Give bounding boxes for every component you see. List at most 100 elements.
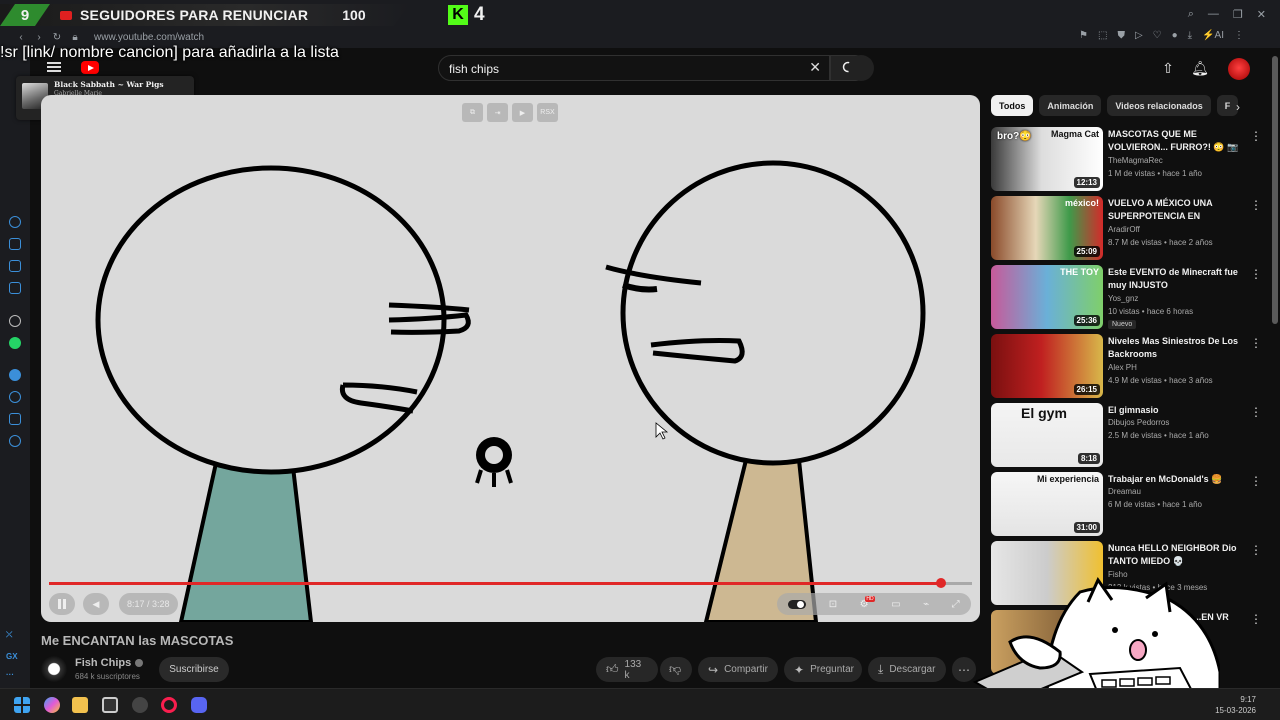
browser-search-icon[interactable]: ⌕ <box>1188 8 1194 21</box>
forward-arrow-icon[interactable]: › <box>32 32 46 43</box>
share-button[interactable]: ↪ Compartir <box>698 657 778 682</box>
video-player[interactable]: ⧉ ⇥ ▶ RSX ◀ 8:17 / 3:28 ⊡ ⚙ HD ▭ ⌁ ⤢ <box>41 95 980 622</box>
taskbar-clock[interactable]: 9:17 15-03-2026 <box>1215 694 1256 716</box>
reload-icon[interactable]: ↻ <box>50 32 64 43</box>
autoplay-toggle[interactable] <box>788 599 807 609</box>
rec-channel[interactable]: Dibujos Pedorros <box>1108 418 1169 427</box>
mic-button[interactable] <box>848 55 874 81</box>
bell-icon[interactable]: 🔔︎ <box>1191 60 1209 76</box>
ask-button[interactable]: ✦ Preguntar <box>784 657 862 682</box>
kebab-icon[interactable]: ⋮ <box>1250 198 1262 212</box>
menu-dots-icon[interactable]: ⋮ <box>1234 30 1244 41</box>
sidebar-x-icon[interactable]: ⤫ <box>6 630 12 640</box>
channel-avatar[interactable] <box>41 656 67 682</box>
url-text[interactable]: www.youtube.com/watch <box>94 32 204 43</box>
chevron-right-icon[interactable]: › <box>1236 100 1240 114</box>
rec-thumbnail[interactable]: Magma Cat bro?😳 12:13 <box>991 127 1103 191</box>
kebab-icon[interactable]: ⋮ <box>1250 336 1262 350</box>
play-ext-icon[interactable]: ▷ <box>1135 30 1143 41</box>
rec-title[interactable]: VUELVO A MÉXICO UNA SUPERPOTENCIA EN VIC… <box>1108 197 1246 224</box>
rec-item[interactable]: 26:15 Niveles Mas Siniestros De Los Backr… <box>991 334 1271 398</box>
chip-3[interactable]: F <box>1216 95 1239 116</box>
rec-title[interactable]: Nunca HELLO NEIGHBOR Dio TANTO MIEDO 💀 <box>1108 542 1246 568</box>
cast-icon[interactable]: ⌁ <box>923 599 929 610</box>
rec-thumbnail[interactable]: Mi experiencia 31:00 <box>991 472 1103 536</box>
screenshot-icon[interactable]: ⬚ <box>1098 30 1107 41</box>
obs-icon[interactable] <box>132 697 148 713</box>
kebab-icon[interactable]: ⋮ <box>1250 543 1262 557</box>
rec-item[interactable]: THE TOY 25:36 Este EVENTO de Minecraft fue… <box>991 265 1271 329</box>
sidebar-m-icon[interactable] <box>9 282 21 294</box>
dislike-button[interactable]: 👎︎ <box>660 657 692 682</box>
download-button[interactable]: ⤓ Descargar <box>868 657 946 682</box>
rec-item[interactable]: El gym 8:18 El gimnasio Dibujos Pedorros 2.5… <box>991 403 1271 467</box>
opera-gx-icon[interactable] <box>161 697 177 713</box>
sidebar-gx-icon[interactable]: GX <box>6 652 18 661</box>
sidebar-shop-icon[interactable] <box>9 238 21 250</box>
chip-2[interactable]: Videos relacionados <box>1107 95 1211 116</box>
pause-button[interactable] <box>49 593 75 615</box>
channel-name[interactable]: Fish Chips <box>75 657 144 669</box>
rec-title[interactable]: Niveles Mas Siniestros De Los Backrooms <box>1108 335 1246 361</box>
rec-channel[interactable]: TheMagmaRec <box>1108 156 1163 165</box>
rec-channel[interactable]: AradirOff <box>1108 225 1140 234</box>
fullscreen-icon[interactable]: ⤢ <box>952 599 960 610</box>
windows-start-icon[interactable] <box>14 697 30 713</box>
like-button[interactable]: 👍︎ 133 k <box>596 657 658 682</box>
rec-title[interactable]: El gimnasio <box>1108 404 1246 417</box>
player-top-control[interactable]: RSX <box>537 103 558 122</box>
progress-knob[interactable] <box>935 578 946 588</box>
sidebar-more-icon[interactable]: ··· <box>6 670 14 679</box>
profile-icon[interactable]: ● <box>1172 30 1178 41</box>
rec-item[interactable]: Mi experiencia 31:00 Trabajar en McDonald'… <box>991 472 1271 536</box>
rec-thumbnail[interactable]: THE TOY 25:36 <box>991 265 1103 329</box>
rec-channel[interactable]: Alex PH <box>1108 363 1137 372</box>
file-explorer-icon[interactable] <box>72 697 88 713</box>
kebab-icon[interactable]: ⋮ <box>1250 474 1262 488</box>
sidebar-whatsapp-icon[interactable] <box>9 337 21 349</box>
rec-thumbnail[interactable]: El gym 8:18 <box>991 403 1103 467</box>
sidebar-spotify-icon[interactable] <box>9 369 21 381</box>
chip-0[interactable]: Todos <box>991 95 1034 116</box>
shield-icon[interactable]: ⛊ <box>1117 30 1125 41</box>
rec-title[interactable]: MASCOTAS QUE ME VOLVIERON... FURRO?! 😳 📷 <box>1108 128 1246 154</box>
close-icon[interactable]: ✕ <box>809 59 821 76</box>
discord-icon[interactable] <box>191 697 207 713</box>
settings-icon[interactable]: ⚙ HD <box>860 595 875 610</box>
upload-icon[interactable]: ⇧ <box>1160 60 1176 76</box>
rec-thumbnail[interactable]: 26:15 <box>991 334 1103 398</box>
sidebar-settings-icon[interactable] <box>9 435 21 447</box>
rec-title[interactable]: Este EVENTO de Minecraft fue muy INJUSTO <box>1108 266 1246 292</box>
ai-button[interactable]: ⚡AI <box>1202 30 1224 41</box>
progress-bar[interactable] <box>49 578 972 588</box>
search-input[interactable] <box>449 60 779 78</box>
kebab-icon[interactable]: ⋮ <box>1250 405 1262 419</box>
hamburger-icon[interactable] <box>47 62 61 72</box>
rec-item[interactable]: Magma Cat bro?😳 12:13 MASCOTAS QUE ME VOLVI… <box>991 127 1271 191</box>
player-top-control[interactable]: ▶ <box>512 103 533 122</box>
rec-thumbnail[interactable]: méxico! 25:09 <box>991 196 1103 260</box>
heart-icon[interactable]: ♡ <box>1153 30 1162 41</box>
kebab-icon[interactable]: ⋮ <box>1250 129 1262 143</box>
copilot-icon[interactable] <box>44 697 60 713</box>
sidebar-chatgpt-icon[interactable] <box>9 315 21 327</box>
kebab-icon[interactable]: ⋮ <box>1250 267 1262 281</box>
app-window-icon[interactable] <box>102 697 118 713</box>
player-top-control[interactable]: ⧉ <box>462 103 483 122</box>
account-avatar[interactable] <box>1228 58 1250 80</box>
sidebar-history-icon[interactable] <box>9 391 21 403</box>
sidebar-refresh-icon[interactable] <box>9 216 21 228</box>
volume-button[interactable]: ◀ <box>83 593 109 615</box>
subscribe-button[interactable]: Suscribirse <box>159 657 229 682</box>
rec-channel[interactable]: Yos_gnz <box>1108 294 1138 303</box>
close-window-icon[interactable]: ✕ <box>1257 8 1266 21</box>
kebab-icon[interactable]: ⋮ <box>1250 612 1262 626</box>
rec-title[interactable]: Trabajar en McDonald's 🍔 <box>1108 473 1246 486</box>
sidebar-extensions-icon[interactable] <box>9 413 21 425</box>
sidebar-news-icon[interactable] <box>9 260 21 272</box>
back-arrow-icon[interactable]: ‹ <box>14 32 28 43</box>
minimize-icon[interactable]: — <box>1208 8 1219 21</box>
youtube-logo-icon[interactable] <box>81 61 99 74</box>
rec-channel[interactable]: Dreamau <box>1108 487 1141 496</box>
chip-1[interactable]: Animación <box>1039 95 1102 116</box>
